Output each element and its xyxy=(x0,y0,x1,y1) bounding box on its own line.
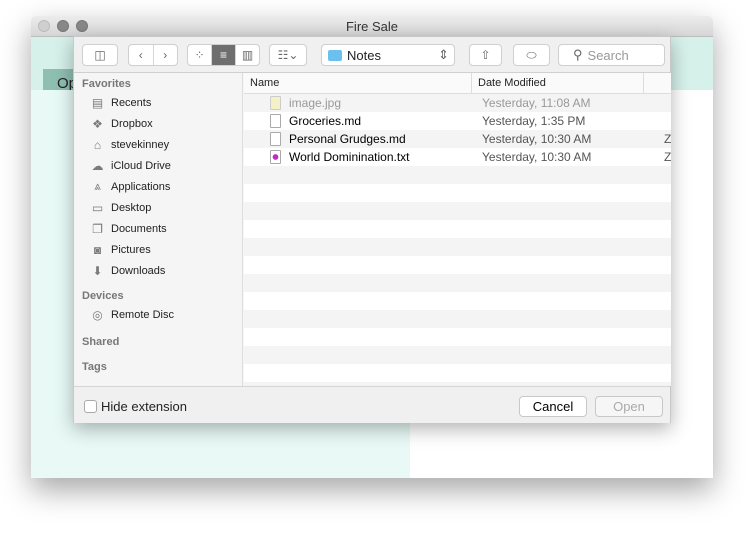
sidebar-item-label: Documents xyxy=(111,222,167,235)
view-mode-control: ⁘ ≡ ▥ xyxy=(187,44,260,66)
sidebar-item-label: stevekinney xyxy=(111,138,170,151)
title-bar: Fire Sale xyxy=(31,16,713,37)
file-row[interactable]: Groceries.md Yesterday, 1:35 PM xyxy=(244,112,671,130)
file-icon xyxy=(270,114,281,128)
file-date: Yesterday, 1:35 PM xyxy=(482,114,586,128)
shared-header[interactable]: Shared xyxy=(74,331,242,350)
search-placeholder: Search xyxy=(587,47,629,63)
desktop-icon: ▭ xyxy=(91,200,104,215)
dropbox-icon: ❖ xyxy=(92,116,103,131)
favorites-header: Favorites xyxy=(82,78,131,90)
column-header-name[interactable]: Name xyxy=(244,73,472,93)
forward-button[interactable]: › xyxy=(154,45,178,65)
file-name: World Dominination.txt xyxy=(289,150,410,164)
sidebar-item-label: Recents xyxy=(111,96,152,109)
back-button[interactable]: ‹ xyxy=(129,45,154,65)
search-input[interactable]: ⚲ Search xyxy=(558,44,665,66)
sidebar-item-label: Desktop xyxy=(111,201,152,214)
file-date: Yesterday, 11:08 AM xyxy=(482,96,591,110)
sidebar-icon: ◫ xyxy=(94,48,106,62)
hide-extension-checkbox[interactable] xyxy=(84,400,97,413)
file-list: Name Date Modified image.jpg Yesterday, 11… xyxy=(244,73,671,386)
file-row[interactable]: World Dominination.txt Yesterday, 10:30 A… xyxy=(244,148,671,166)
updown-chevron-icon: ⇕ xyxy=(438,47,449,62)
file-date: Yesterday, 10:30 AM xyxy=(482,150,592,164)
dialog-footer: Hide extension Cancel Open xyxy=(74,386,670,423)
sidebar-item-documents[interactable]: ❐ Documents xyxy=(74,218,242,239)
search-icon: ⚲ xyxy=(573,47,583,62)
file-kind: Z xyxy=(664,150,671,164)
recents-icon: ▤ xyxy=(91,95,104,110)
dialog-toolbar: ◫ ‹ › ⁘ ≡ ▥ ☷⌄ Notes ⇕ ⇧ ⬭ ⚲ Search xyxy=(74,37,670,73)
sidebar-item-label: iCloud Drive xyxy=(111,159,171,172)
sidebar-item-label: Remote Disc xyxy=(111,308,174,321)
sidebar-item-applications[interactable]: ⩓ Applications xyxy=(74,176,242,197)
file-icon xyxy=(270,132,281,146)
location-popup[interactable]: Notes ⇕ xyxy=(321,44,455,66)
remote-disc-icon: ◎ xyxy=(92,307,103,322)
sidebar: Favorites ▤ Recents ❖ Dropbox ⌂ stevekinney ☁ i… xyxy=(74,73,243,386)
sidebar-item-stevekinney[interactable]: ⌂ stevekinney xyxy=(74,134,242,155)
icloud-drive-icon: ☁ xyxy=(91,158,104,173)
file-row[interactable]: image.jpg Yesterday, 11:08 AM xyxy=(244,94,671,112)
sidebar-item-remote-disc[interactable]: ◎ Remote Disc xyxy=(74,304,242,325)
window-title: Fire Sale xyxy=(345,19,399,34)
sidebar-toggle-button[interactable]: ◫ xyxy=(82,44,118,66)
file-date: Yesterday, 10:30 AM xyxy=(482,132,592,146)
folder-icon xyxy=(328,49,342,61)
file-icon xyxy=(270,150,281,164)
close-button[interactable] xyxy=(38,20,50,32)
arrange-button[interactable]: ☷⌄ xyxy=(269,44,307,66)
sidebar-item-desktop[interactable]: ▭ Desktop xyxy=(74,197,242,218)
grid-chevron-icon: ☷⌄ xyxy=(277,48,299,62)
file-name: Personal Grudges.md xyxy=(289,132,406,146)
file-kind: Z xyxy=(664,132,671,146)
file-icon xyxy=(270,96,281,110)
nav-buttons: ‹ › xyxy=(128,44,178,66)
sidebar-item-label: Downloads xyxy=(111,264,166,277)
column-header-date[interactable]: Date Modified xyxy=(472,73,644,93)
column-view-button[interactable]: ▥ xyxy=(236,45,259,65)
open-button[interactable]: Open xyxy=(595,396,663,417)
sidebar-item-label: Applications xyxy=(111,180,171,193)
tag-icon: ⬭ xyxy=(526,47,537,62)
minimize-button[interactable] xyxy=(57,20,69,32)
open-dialog: ◫ ‹ › ⁘ ≡ ▥ ☷⌄ Notes ⇕ ⇧ ⬭ ⚲ Search Favorite… xyxy=(73,36,671,423)
applications-icon: ⩓ xyxy=(94,179,101,193)
sidebar-item-label: Pictures xyxy=(111,243,151,256)
tag-button[interactable]: ⬭ xyxy=(513,44,550,66)
file-name: Groceries.md xyxy=(289,114,362,128)
share-button[interactable]: ⇧ xyxy=(469,44,502,66)
list-view-button[interactable]: ≡ xyxy=(212,45,236,65)
location-label: Notes xyxy=(347,47,381,63)
pictures-icon: ◙ xyxy=(93,242,102,257)
sidebar-item-downloads[interactable]: ⬇ Downloads xyxy=(74,260,242,281)
cancel-button[interactable]: Cancel xyxy=(519,396,587,417)
file-row[interactable]: Personal Grudges.md Yesterday, 10:30 AM Z xyxy=(244,130,671,148)
sidebar-item-icloud-drive[interactable]: ☁ iCloud Drive xyxy=(74,155,242,176)
hide-extension-label[interactable]: Hide extension xyxy=(101,399,187,414)
sidebar-item-pictures[interactable]: ◙ Pictures xyxy=(74,239,242,260)
share-icon: ⇧ xyxy=(480,48,491,62)
sidebar-item-dropbox[interactable]: ❖ Dropbox xyxy=(74,113,242,134)
stevekinney-icon: ⌂ xyxy=(93,137,102,152)
devices-header: Devices xyxy=(82,290,124,302)
icon-view-button[interactable]: ⁘ xyxy=(188,45,212,65)
sidebar-item-recents[interactable]: ▤ Recents xyxy=(74,92,242,113)
downloads-icon: ⬇ xyxy=(92,263,103,278)
file-name: image.jpg xyxy=(289,96,342,110)
tags-header[interactable]: Tags xyxy=(74,356,242,375)
zoom-button[interactable] xyxy=(76,20,88,32)
documents-icon: ❐ xyxy=(92,221,103,236)
sidebar-item-label: Dropbox xyxy=(111,117,153,130)
